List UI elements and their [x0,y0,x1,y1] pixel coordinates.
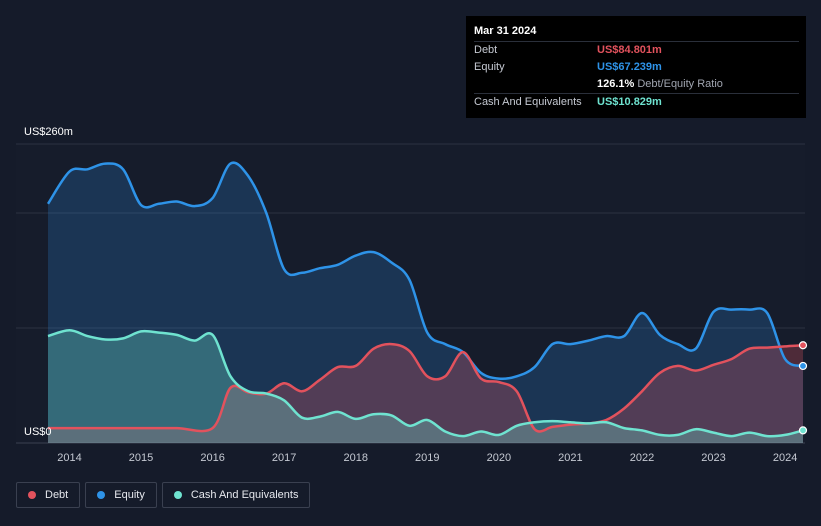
x-tick-label: 2014 [57,452,81,464]
tooltip-date: Mar 31 2024 [474,25,537,37]
x-tick-label: 2017 [272,452,296,464]
legend-label-equity: Equity [114,489,145,501]
x-tick-label: 2022 [630,452,654,464]
end-marker-equity [798,361,808,371]
tooltip-ratio-label: Debt/Equity Ratio [637,78,723,90]
legend-dot-equity [97,491,106,499]
y-axis-top-label: US$260m [24,126,73,138]
end-marker-debt [798,341,808,350]
x-tick-label: 2015 [129,452,153,464]
tooltip-equity-label: Equity [474,61,505,73]
tooltip-cash-value: US$10.829m [597,96,662,108]
x-tick-label: 2020 [487,452,511,464]
tooltip-ratio-value: 126.1% [597,78,635,90]
tooltip-cash-label: Cash And Equivalents [474,96,582,108]
tooltip-debt-label: Debt [474,44,498,56]
chart-legend: Debt Equity Cash And Equivalents [16,482,311,510]
legend-label-cash: Cash And Equivalents [190,489,299,501]
legend-item-equity[interactable]: Equity [85,482,157,508]
x-tick-label: 2024 [773,452,797,464]
x-tick-label: 2019 [415,452,439,464]
x-tick-label: 2023 [701,452,725,464]
legend-item-cash[interactable]: Cash And Equivalents [161,482,311,508]
x-tick-label: 2016 [200,452,224,464]
end-marker-cash [798,426,808,435]
legend-dot-debt [28,491,36,499]
x-tick-label: 2018 [343,452,367,464]
tooltip-equity-value: US$67.239m [597,61,662,73]
tooltip-panel: Mar 31 2024 Debt US$84.801m Equity US$67… [466,16,806,118]
tooltip-debt-value: US$84.801m [597,44,662,56]
legend-label-debt: Debt [45,489,69,501]
x-tick-label: 2021 [558,452,582,464]
legend-dot-cash [173,491,182,499]
y-axis-bottom-label: US$0 [24,426,52,438]
legend-item-debt[interactable]: Debt [16,482,81,508]
